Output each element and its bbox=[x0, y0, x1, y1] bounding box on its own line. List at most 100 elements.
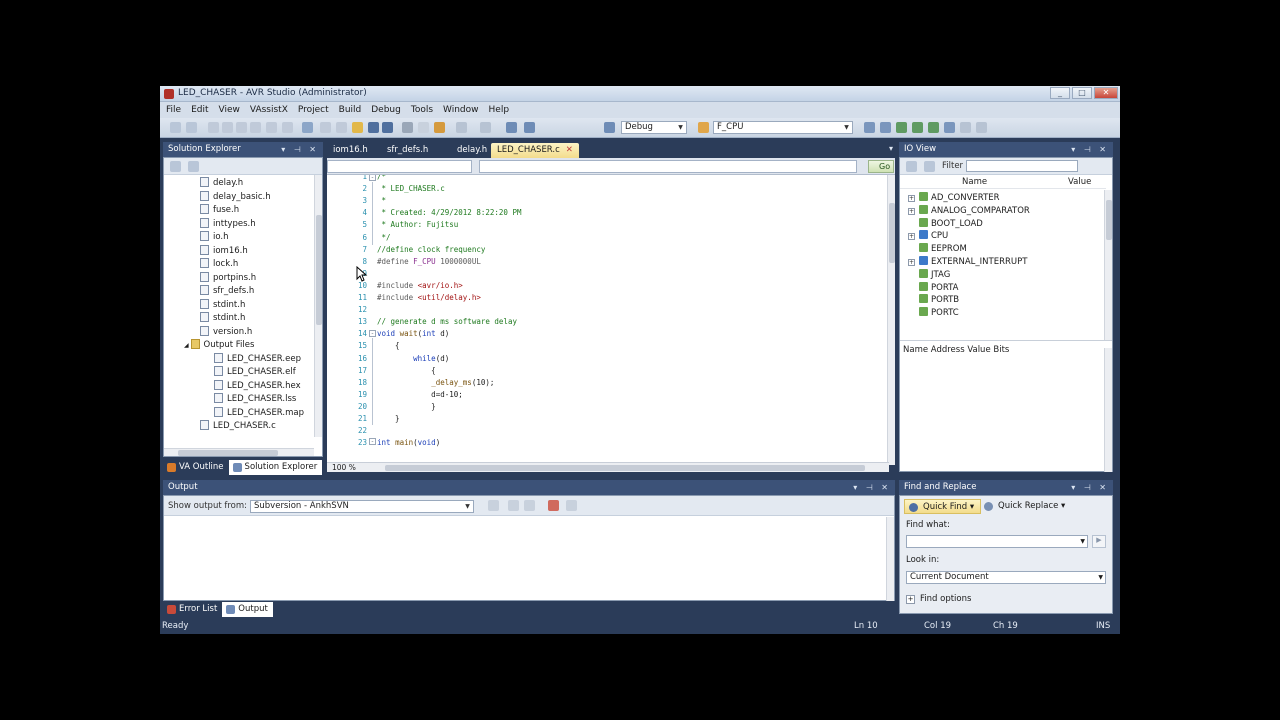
menu-project[interactable]: Project bbox=[298, 105, 329, 115]
tab-iom16-h[interactable]: iom16.h bbox=[327, 143, 374, 158]
collapse-icon[interactable]: - bbox=[369, 438, 376, 445]
menu-help[interactable]: Help bbox=[489, 105, 510, 115]
find-next-button[interactable]: ▶ bbox=[1092, 535, 1106, 548]
bookmark-icon[interactable] bbox=[266, 122, 277, 133]
code-line[interactable]: d=d-10; bbox=[377, 390, 463, 399]
member-dropdown[interactable] bbox=[479, 160, 857, 173]
word-wrap-icon[interactable] bbox=[566, 500, 577, 511]
expand-icon[interactable]: + bbox=[908, 233, 915, 241]
tree-file[interactable]: delay_basic.h bbox=[200, 190, 271, 202]
code-line[interactable]: while(d) bbox=[377, 354, 449, 363]
pin-icon[interactable]: ▾ ⊣ ✕ bbox=[853, 480, 891, 495]
tree-file[interactable]: LED_CHASER.map bbox=[214, 406, 304, 418]
nav-icon[interactable] bbox=[336, 122, 347, 133]
io-module-item[interactable]: PORTC bbox=[908, 307, 959, 318]
menu-edit[interactable]: Edit bbox=[191, 105, 208, 115]
io-module-item[interactable]: + ANALOG_COMPARATOR bbox=[908, 204, 1030, 216]
code-line[interactable]: } bbox=[377, 402, 436, 411]
filter-input[interactable] bbox=[966, 160, 1078, 172]
properties-icon[interactable] bbox=[880, 122, 891, 133]
pin-icon[interactable]: ▾ ⊣ ✕ bbox=[1071, 142, 1109, 157]
scope-dropdown[interactable] bbox=[327, 160, 472, 173]
tree-folder[interactable]: ◢ Output Files bbox=[184, 339, 254, 350]
undo-icon[interactable] bbox=[456, 122, 467, 133]
code-line[interactable]: #include <util/delay.h> bbox=[377, 293, 481, 302]
code-line[interactable]: } bbox=[377, 414, 400, 423]
tab-sfr-defs-h[interactable]: sfr_defs.h bbox=[381, 143, 434, 158]
expand-icon[interactable]: + bbox=[908, 195, 915, 202]
output-scrollbar[interactable] bbox=[886, 517, 894, 601]
menu-window[interactable]: Window bbox=[443, 105, 479, 115]
go-button[interactable]: Go bbox=[868, 160, 894, 173]
clear-all-icon[interactable] bbox=[548, 500, 559, 511]
cut-icon[interactable] bbox=[402, 122, 413, 133]
configuration-select[interactable]: Debug ▼ bbox=[621, 121, 687, 134]
new-file-icon[interactable] bbox=[186, 122, 197, 133]
tab-solution-explorer[interactable]: Solution Explorer bbox=[228, 460, 323, 475]
object-browser-icon[interactable] bbox=[896, 122, 907, 133]
tab-delay-h[interactable]: delay.h bbox=[451, 143, 493, 158]
io-module-item[interactable]: + AD_CONVERTER bbox=[908, 192, 1000, 203]
code-line[interactable]: _delay_ms(10); bbox=[377, 378, 494, 387]
quick-replace-tab[interactable]: Quick Replace ▾ bbox=[980, 499, 1071, 514]
io-toolbar-icon[interactable] bbox=[906, 161, 917, 172]
paste-icon[interactable] bbox=[434, 122, 445, 133]
maximize-button[interactable]: □ bbox=[1072, 87, 1092, 99]
expand-icon[interactable]: + bbox=[908, 207, 915, 215]
output-source-select[interactable]: Subversion - AnkhSVN ▼ bbox=[250, 500, 474, 513]
navigate-back-icon[interactable] bbox=[506, 122, 517, 133]
code-line[interactable]: * Author: Fujitsu bbox=[377, 220, 459, 229]
open-folder-icon[interactable] bbox=[352, 122, 363, 133]
code-line[interactable]: int main(void) bbox=[377, 438, 440, 447]
close-button[interactable]: ✕ bbox=[1094, 87, 1118, 99]
menu-tools[interactable]: Tools bbox=[411, 105, 433, 115]
indent-icon[interactable] bbox=[208, 122, 219, 133]
pin-icon[interactable]: ▾ ⊣ ✕ bbox=[281, 142, 319, 157]
editor-vertical-scrollbar[interactable] bbox=[887, 175, 895, 465]
tree-file[interactable]: delay.h bbox=[200, 177, 243, 188]
device-programming-icon[interactable] bbox=[928, 122, 939, 133]
find-message-icon[interactable] bbox=[488, 500, 499, 511]
io-module-item[interactable]: PORTB bbox=[908, 294, 959, 305]
tree-file[interactable]: LED_CHASER.eep bbox=[214, 352, 301, 364]
tab-list-icon[interactable]: ▾ bbox=[889, 144, 893, 153]
io-view-splitter[interactable] bbox=[900, 340, 1112, 341]
tree-file[interactable]: stdint.h bbox=[200, 298, 245, 310]
code-line[interactable]: //define clock frequency bbox=[377, 245, 485, 254]
tree-file[interactable]: LED_CHASER.lss bbox=[214, 393, 296, 404]
code-line[interactable]: */ bbox=[377, 233, 391, 242]
collapse-icon[interactable]: - bbox=[369, 175, 376, 181]
menu-build[interactable]: Build bbox=[339, 105, 362, 115]
tab-led-chaser-c[interactable]: LED_CHASER.c ✕ bbox=[491, 143, 579, 158]
bookmark-next-icon[interactable] bbox=[282, 122, 293, 133]
uncomment-icon[interactable] bbox=[250, 122, 261, 133]
code-line[interactable]: * bbox=[377, 196, 387, 205]
code-line[interactable]: void wait(int d) bbox=[377, 329, 449, 338]
io-detail-scrollbar[interactable] bbox=[1104, 348, 1112, 472]
menu-file[interactable]: File bbox=[166, 105, 181, 115]
new-item-icon[interactable] bbox=[302, 122, 313, 133]
navigate-forward-icon[interactable] bbox=[524, 122, 535, 133]
code-line[interactable]: #define F_CPU 1000000UL bbox=[377, 257, 481, 266]
new-project-icon[interactable] bbox=[170, 122, 181, 133]
menu-vassistx[interactable]: VAssistX bbox=[250, 105, 288, 115]
tree-file[interactable]: stdint.h bbox=[200, 312, 245, 323]
io-module-item[interactable]: JTAG bbox=[908, 268, 950, 280]
io-module-item[interactable]: EEPROM bbox=[908, 243, 967, 254]
save-icon[interactable] bbox=[368, 122, 379, 133]
tree-file[interactable]: version.h bbox=[200, 325, 252, 337]
tree-file[interactable]: inttypes.h bbox=[200, 217, 256, 229]
code-line[interactable]: * Created: 4/29/2012 8:22:20 PM bbox=[377, 208, 522, 217]
pin-icon[interactable]: ▾ ⊣ ✕ bbox=[1071, 480, 1109, 495]
tree-file[interactable]: iom16.h bbox=[200, 244, 248, 256]
expand-icon[interactable]: + bbox=[908, 259, 915, 266]
tab-error-list[interactable]: Error List bbox=[163, 602, 222, 617]
comment-icon[interactable] bbox=[236, 122, 247, 133]
toolbar-options-icon[interactable] bbox=[976, 122, 987, 133]
code-line[interactable]: { bbox=[377, 366, 436, 375]
close-tab-icon[interactable]: ✕ bbox=[566, 145, 573, 155]
solution-explorer-icon[interactable] bbox=[864, 122, 875, 133]
toolbox-icon[interactable] bbox=[912, 122, 923, 133]
code-area[interactable]: 1234567891011121314151617181920212223 /*… bbox=[327, 175, 889, 462]
tree-file[interactable]: LED_CHASER.c bbox=[200, 420, 276, 431]
